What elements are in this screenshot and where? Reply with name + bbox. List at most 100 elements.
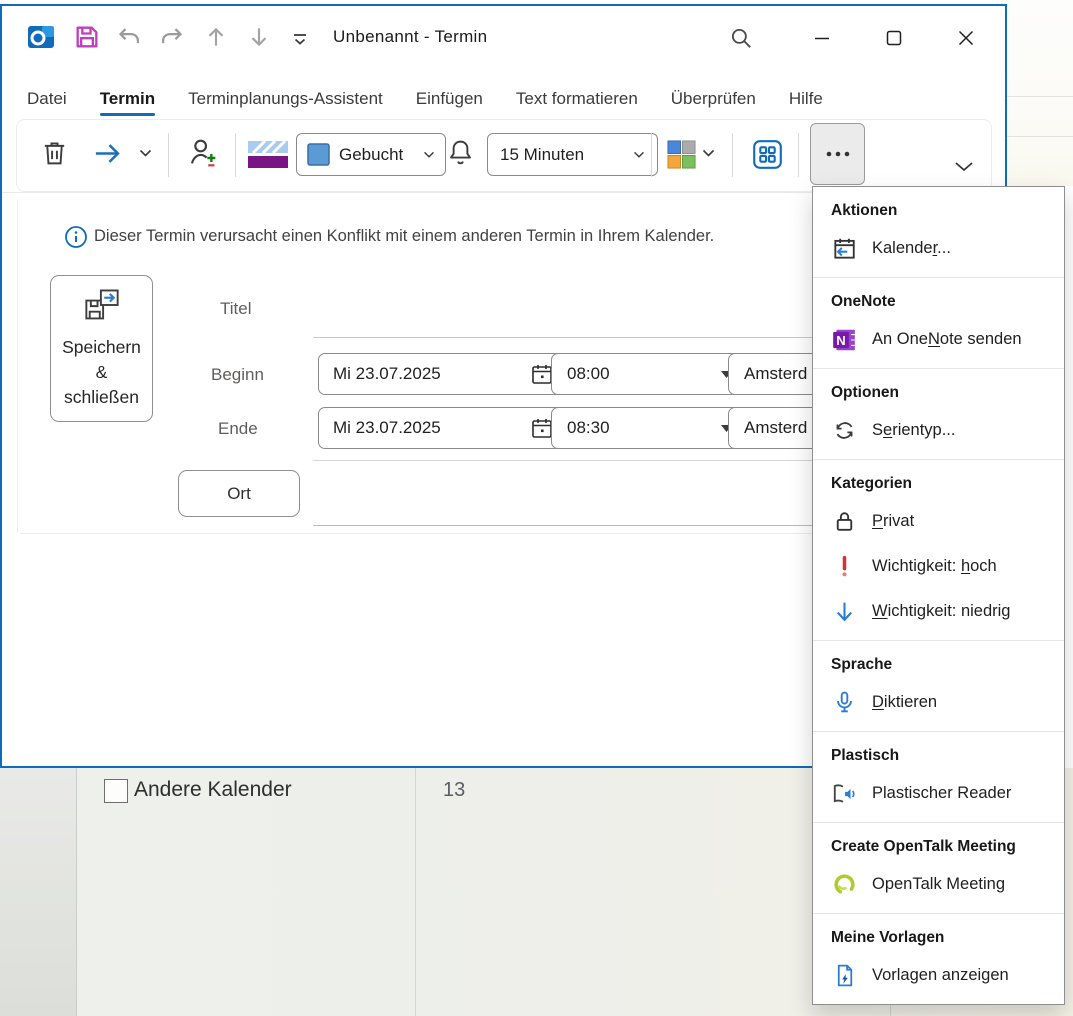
more-commands-icon: [825, 150, 851, 158]
screen: Andere Kalender 13 Unbenannt - Termin Da…: [0, 0, 1073, 1016]
ribbon-separator: [168, 133, 169, 177]
onenote-icon: N: [831, 327, 857, 353]
close-icon[interactable]: [954, 26, 978, 50]
menu-section-meine-vorlagen: Meine Vorlagen Vorlagen anzeigen: [813, 914, 1064, 1004]
busy-status-icon: [307, 143, 330, 166]
end-time-value: 08:30: [567, 418, 610, 438]
categorize-icon[interactable]: [666, 139, 697, 170]
ribbon-separator: [235, 133, 236, 177]
background-sidebar-strip: [0, 768, 77, 1016]
show-as-value: Gebucht: [339, 145, 403, 165]
menu-section-header: Sprache: [813, 641, 1064, 680]
delete-icon[interactable]: [40, 138, 69, 167]
menu-section-plastisch: Plastisch Plastischer Reader: [813, 732, 1064, 823]
minimize-icon[interactable]: [810, 26, 834, 50]
menu-section-kategorien: Kategorien Privat Wichtigkeit: hoch Wich…: [813, 460, 1064, 641]
menu-item-vorlagen-anzeigen[interactable]: Vorlagen anzeigen: [813, 953, 1064, 998]
svg-text:N: N: [836, 332, 845, 347]
other-calendars-label[interactable]: Andere Kalender: [134, 778, 292, 802]
redo-icon[interactable]: [158, 24, 185, 51]
end-timezone-value: Amsterd: [744, 418, 807, 438]
reminder-bell-icon[interactable]: [446, 138, 475, 167]
menu-section-header: Kategorien: [813, 460, 1064, 499]
tab-datei[interactable]: Datei: [27, 89, 67, 109]
tab-termin[interactable]: Termin: [100, 89, 155, 109]
status-swatch-icon[interactable]: [247, 139, 289, 169]
ribbon-collapse-icon[interactable]: [953, 160, 975, 174]
chevron-down-icon: [633, 151, 645, 159]
start-time-field[interactable]: 08:00: [551, 353, 748, 395]
maximize-icon[interactable]: [882, 26, 906, 50]
invite-attendees-icon[interactable]: [188, 136, 220, 168]
save-close-line1: Speichern: [51, 335, 152, 360]
location-button[interactable]: Ort: [178, 470, 300, 517]
show-as-dropdown[interactable]: Gebucht: [296, 133, 446, 176]
forward-options-chevron-icon[interactable]: [139, 149, 152, 158]
chevron-down-icon: [423, 151, 435, 159]
menu-item-wichtigkeit-hoch[interactable]: Wichtigkeit: hoch: [813, 544, 1064, 589]
tab-text-formatieren[interactable]: Text formatieren: [516, 89, 638, 109]
menu-section-sprache: Sprache Diktieren: [813, 641, 1064, 732]
calendar-grid-line: [1007, 136, 1073, 137]
end-date-field[interactable]: Mi 23.07.2025: [318, 407, 569, 449]
templates-icon: [831, 963, 857, 989]
menu-item-kalender[interactable]: Kalender...: [813, 226, 1064, 271]
customize-toolbar-icon[interactable]: [290, 29, 310, 49]
start-date-value: Mi 23.07.2025: [333, 364, 441, 384]
importance-high-icon: [831, 554, 857, 580]
undo-icon[interactable]: [116, 24, 143, 51]
search-icon[interactable]: [728, 25, 754, 51]
tab-hilfe[interactable]: Hilfe: [789, 89, 823, 109]
save-and-close-icon: [83, 288, 121, 322]
tab-einfuegen[interactable]: Einfügen: [416, 89, 483, 109]
menu-section-header: Meine Vorlagen: [813, 914, 1064, 953]
menu-item-serientyp[interactable]: Serientyp...: [813, 408, 1064, 453]
save-and-close-button[interactable]: Speichern & schließen: [50, 275, 153, 422]
save-icon[interactable]: [73, 23, 101, 51]
reminder-value: 15 Minuten: [500, 145, 584, 165]
menu-section-header: Aktionen: [813, 187, 1064, 226]
menu-item-wichtigkeit-niedrig[interactable]: Wichtigkeit: niedrig: [813, 589, 1064, 634]
calendar-grid-line: [1007, 96, 1073, 97]
ribbon-separator: [798, 133, 799, 177]
menu-section-aktionen: Aktionen Kalender...: [813, 187, 1064, 278]
immersive-reader-icon: [831, 781, 857, 807]
info-icon: [64, 225, 88, 249]
menu-item-plastischer-reader[interactable]: Plastischer Reader: [813, 771, 1064, 816]
tab-ueberpruefen[interactable]: Überprüfen: [671, 89, 756, 109]
menu-item-an-onenote-senden[interactable]: N An OneNote senden: [813, 317, 1064, 362]
end-time-field[interactable]: 08:30: [551, 407, 748, 449]
reminder-dropdown[interactable]: 15 Minuten: [487, 133, 658, 176]
calendar-day-number: 13: [443, 779, 465, 802]
menu-item-privat[interactable]: Privat: [813, 499, 1064, 544]
menu-section-header: Plastisch: [813, 732, 1064, 771]
importance-low-icon: [831, 599, 857, 625]
menu-section-optionen: Optionen Serientyp...: [813, 369, 1064, 460]
save-close-line2: &: [51, 360, 152, 385]
forward-icon[interactable]: [92, 138, 123, 169]
menu-section-onenote: OneNote N An OneNote senden: [813, 278, 1064, 369]
move-up-icon[interactable]: [203, 24, 229, 50]
menu-section-create-opentalk-meeting: Create OpenTalk Meeting OpenTalk Meeting: [813, 823, 1064, 914]
categorize-chevron-icon[interactable]: [702, 149, 715, 158]
content-panel-border: [17, 200, 18, 533]
menu-section-header: Optionen: [813, 369, 1064, 408]
background-calendar-top: [1007, 0, 1073, 186]
menu-section-header: OneNote: [813, 278, 1064, 317]
end-date-value: Mi 23.07.2025: [333, 418, 441, 438]
menu-section-header: Create OpenTalk Meeting: [813, 823, 1064, 862]
location-label: Ort: [227, 484, 251, 504]
menu-item-diktieren[interactable]: Diktieren: [813, 680, 1064, 725]
start-date-field[interactable]: Mi 23.07.2025: [318, 353, 569, 395]
apps-grid-icon[interactable]: [752, 139, 783, 170]
calendar-grid-line: [415, 768, 416, 1016]
start-timezone-value: Amsterd: [744, 364, 807, 384]
more-commands-button[interactable]: [810, 123, 865, 185]
calendar-return-icon: [831, 236, 857, 262]
end-label: Ende: [218, 419, 258, 439]
recurrence-icon: [831, 418, 857, 444]
other-calendars-checkbox[interactable]: [104, 779, 128, 803]
menu-item-opentalk-meeting[interactable]: OpenTalk Meeting: [813, 862, 1064, 907]
move-down-icon[interactable]: [246, 24, 272, 50]
tab-terminplanungs-assistent[interactable]: Terminplanungs-Assistent: [188, 89, 383, 109]
